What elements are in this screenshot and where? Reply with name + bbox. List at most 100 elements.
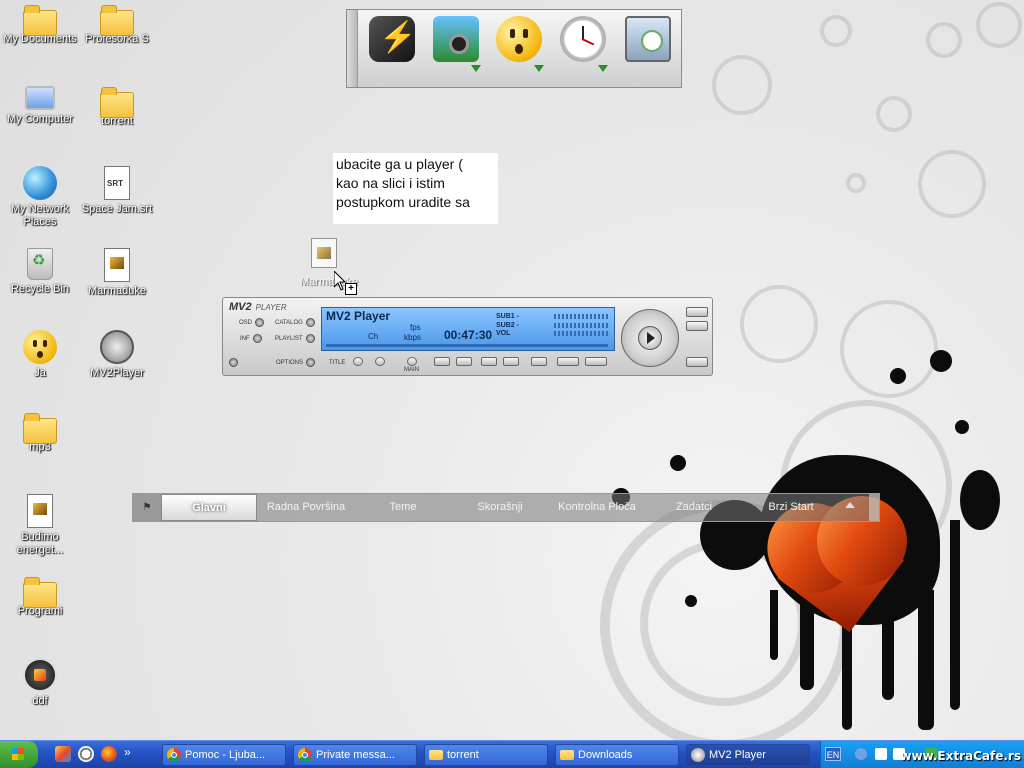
desktop-icon-space-jam-srt[interactable]: Space Jam.srt [77,166,157,216]
quicklaunch-paint-icon[interactable] [55,746,71,762]
tab-skorasnji[interactable]: Skorašnji [452,494,548,521]
tab-teme[interactable]: Teme [355,494,451,521]
dropdown-arrow-icon[interactable] [471,65,481,72]
decor-ring [918,150,986,218]
playlist-label: PLAYLIST [275,335,303,342]
recycle-bin-icon [27,248,53,280]
ddf-icon [23,658,57,692]
power-button[interactable] [686,307,708,317]
quicklaunch-firefox-icon[interactable] [101,746,117,762]
folder-icon [429,750,443,760]
decor-ring [926,22,962,58]
button-dot-icon [305,318,315,327]
desktop-icon-network-places[interactable]: My Network Places [0,166,80,229]
frame-button-3[interactable] [481,357,497,366]
task-label: MV2 Player [709,749,766,761]
desktop-icon-torrent[interactable]: torrent [77,86,157,128]
dock-item-clock[interactable] [558,16,608,78]
rewind-button[interactable] [557,357,579,366]
playlist-button[interactable]: PLAYLIST [275,334,315,343]
start-button[interactable] [0,741,38,768]
quicklaunch-overflow-icon[interactable]: » [124,744,140,760]
minimize-button[interactable] [686,321,708,331]
fast-forward-button[interactable] [585,357,607,366]
tab-brzi-start[interactable]: Brzi Start [743,494,839,521]
dock-grip[interactable] [347,10,358,87]
desktop-icon-ddf[interactable]: ddf [0,658,80,708]
tab-radna-povrsina[interactable]: Radna Površina [258,494,354,521]
desktop-icon-label: Budimo energet... [16,531,64,556]
taskbar-item-private-messages[interactable]: Private messa... [293,744,417,766]
tab-kontrolna-ploca[interactable]: Kontrolna Ploča [549,494,645,521]
tray-media-prev-icon[interactable] [875,748,887,760]
transport-dial[interactable] [621,309,679,367]
main-menu-button[interactable] [407,357,417,366]
desktop-icon-marmaduke[interactable]: Marmaduke [77,248,157,298]
desktop-icon-my-computer[interactable]: My Computer [0,86,80,126]
desktop-icon-mv2player[interactable]: MV2Player [77,330,157,380]
dropdown-arrow-icon[interactable] [534,65,544,72]
clock-button[interactable] [531,357,547,366]
dropdown-arrow-icon[interactable] [598,65,608,72]
player-title: MV2 Player [326,309,391,323]
frame-button-2[interactable] [456,357,472,366]
tab-glavni[interactable]: Glavni [161,494,257,521]
dock-item-winamp[interactable] [367,16,417,78]
title-next-button[interactable] [375,357,385,366]
dragged-file[interactable] [305,238,341,270]
player-brand: MV2 PLAYER [229,301,287,313]
dock-item-camera[interactable] [431,16,481,78]
tab-zadatci[interactable]: Zadatci [646,494,742,521]
chrome-icon [167,748,181,762]
desktop-icon-budimo[interactable]: Budimo energet... [0,494,80,557]
flag-icon[interactable]: ⚑ [133,494,162,521]
desktop-icon-mp3[interactable]: mp3 [0,412,80,454]
windows-logo-icon [12,748,24,760]
dock-item-monitor[interactable] [623,16,673,78]
ink-splatter [670,455,686,471]
desktop-icon-profesorka[interactable]: Profesorka S [77,4,157,46]
desktop-icon-ja[interactable]: Ja [0,330,80,380]
copy-plus-icon: + [345,283,357,295]
decor-ring [820,15,852,47]
smiley-icon [496,16,542,62]
dock-item-smiley[interactable] [494,16,544,78]
options-button[interactable]: OPTIONS [276,358,316,367]
task-label: Downloads [578,749,633,761]
desktop-icon-my-documents[interactable]: My Documents [0,4,80,46]
catalog-button[interactable]: CATALOG [275,318,315,327]
quicklaunch-soccer-icon[interactable] [78,746,94,762]
clock-icon [560,16,606,62]
inf-label: INF [240,335,250,342]
record-button[interactable] [229,358,238,367]
tray-network-icon[interactable] [855,748,867,760]
ink-splatter [955,420,969,434]
main-label: MAIN [404,367,419,373]
taskbar-item-downloads[interactable]: Downloads [555,744,679,766]
eject-button[interactable] [686,357,708,367]
play-icon[interactable] [638,326,662,350]
taskbar-item-mv2-player[interactable]: MV2 Player [686,744,810,766]
decor-ring [740,285,818,363]
title-prev-button[interactable] [353,357,363,366]
chevron-up-icon[interactable] [845,502,855,508]
decor-ring [712,55,772,115]
frame-button-4[interactable] [503,357,519,366]
inf-button[interactable]: INF [240,334,262,343]
button-dot-icon [306,358,316,367]
seek-bar[interactable] [326,344,608,347]
language-indicator[interactable]: EN [825,747,841,761]
taskbar-item-pomoc[interactable]: Pomoc - Ljuba... [162,744,286,766]
desktop-icon-programi[interactable]: Programi [0,576,80,618]
camera-icon [433,16,479,62]
volume-slider[interactable] [554,331,609,336]
osd-button[interactable]: OSD [239,318,265,327]
taskbar-item-torrent[interactable]: torrent [424,744,548,766]
watermark-text: www.ExtraCafe.rs [900,749,1021,763]
smiley-icon [23,330,57,364]
desktop-icon-label: My Network Places [10,203,70,228]
desktop-icon-label: Recycle Bin [10,283,70,295]
decor-ring [876,96,912,132]
desktop-icon-recycle-bin[interactable]: Recycle Bin [0,248,80,296]
frame-button-1[interactable] [434,357,450,366]
